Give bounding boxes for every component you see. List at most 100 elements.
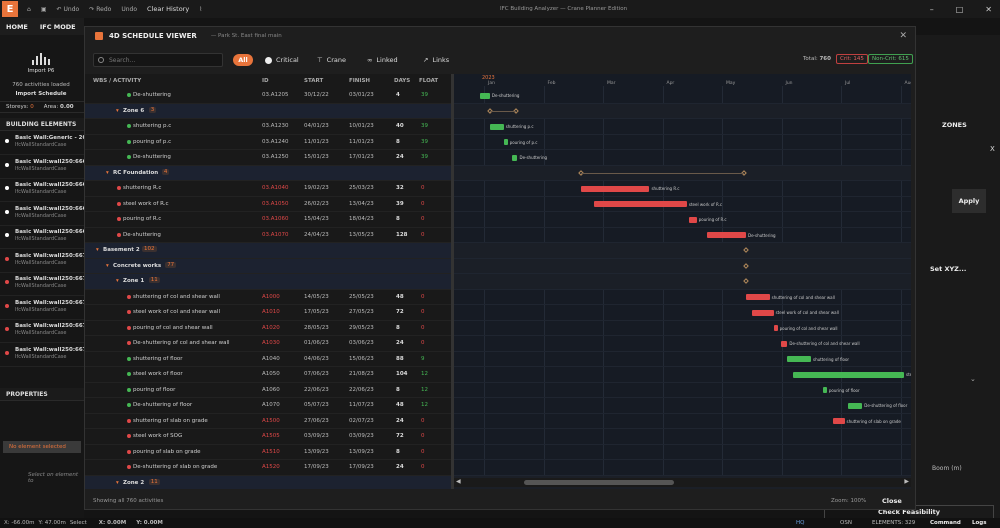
gantt-bar[interactable]: [480, 92, 490, 99]
col-start[interactable]: START: [304, 74, 323, 88]
filter-critical-button[interactable]: Critical: [265, 54, 299, 66]
filter-all-button[interactable]: All: [233, 54, 253, 66]
tab-ifc-mode[interactable]: IFC MODE: [34, 23, 82, 31]
table-row[interactable]: shuttering of slab on grade A1500 27/06/23…: [85, 414, 451, 429]
table-row[interactable]: De-shuttering of floor A1070 05/07/23 11/07…: [85, 398, 451, 414]
table-row[interactable]: steel work of R.c 03.A1050 26/02/23 13/04/2…: [85, 197, 451, 212]
col-float[interactable]: FLOAT: [419, 74, 438, 88]
table-row[interactable]: steel work of col and shear wall A1010 17/…: [85, 305, 451, 321]
expand-chevron-icon[interactable]: ▾: [106, 170, 109, 176]
set-xyz-button[interactable]: Set XYZ...: [930, 265, 966, 273]
apply-button[interactable]: Apply: [952, 189, 986, 213]
gantt-bar[interactable]: [489, 123, 504, 130]
scroll-right-icon[interactable]: ▶: [904, 478, 909, 485]
col-wbs[interactable]: WBS / ACTIVITY: [93, 74, 141, 88]
close-dialog-icon[interactable]: ✕: [899, 31, 907, 41]
element-list-item[interactable]: Basic Wall:wall250:6672 IfcWallStandardCa…: [0, 251, 84, 273]
gantt-bar[interactable]: [580, 185, 650, 192]
clear-history-button[interactable]: Clear History: [147, 5, 189, 13]
expand-chevron-icon[interactable]: ▾: [116, 480, 119, 486]
gantt-bar[interactable]: [503, 139, 508, 145]
element-list-item[interactable]: Basic Wall:wall250:6672 IfcWallStandardCa…: [0, 274, 84, 296]
gantt-bar[interactable]: [787, 356, 811, 362]
undo-button[interactable]: ↶ Undo: [56, 6, 79, 13]
table-row[interactable]: steel work of floor A1050 07/06/23 21/08/23…: [85, 367, 451, 383]
element-list-item[interactable]: Basic Wall:wall250:6660 IfcWallStandardCa…: [0, 227, 84, 249]
table-row[interactable]: pouring of slab on grade A1510 13/09/23 13/…: [85, 445, 451, 460]
element-list-item[interactable]: Basic Wall:wall250:6660 IfcWallStandardCa…: [0, 157, 84, 179]
close-zones-icon[interactable]: X: [990, 145, 995, 153]
col-days[interactable]: DAYS: [394, 74, 410, 88]
col-id[interactable]: ID: [262, 74, 269, 88]
close-button[interactable]: Close: [882, 497, 902, 505]
undo-history-button[interactable]: Undo: [121, 6, 137, 13]
table-row[interactable]: De-shuttering 03.A1070 24/04/23 13/05/23 128…: [85, 228, 451, 243]
wbs-group-row[interactable]: ▾ Zone 63: [85, 103, 451, 119]
element-list-item[interactable]: Basic Wall:wall250:6660 IfcWallStandardCa…: [0, 204, 84, 226]
minimize-icon[interactable]: –: [930, 5, 934, 14]
table-row[interactable]: pouring of floor A1060 22/06/23 22/06/23 8 12: [85, 383, 451, 398]
expand-chevron-icon[interactable]: ▾: [116, 278, 119, 284]
save-icon[interactable]: ▣: [41, 6, 47, 13]
col-finish[interactable]: FINISH: [349, 74, 370, 88]
gantt-bar[interactable]: [511, 154, 518, 161]
table-row[interactable]: steel work of SOG A1505 03/09/23 03/09/23 72…: [85, 429, 451, 445]
table-row[interactable]: De-shuttering 03.A1205 30/12/22 03/01/23 4 39: [85, 88, 451, 104]
gantt-bar[interactable]: [751, 309, 774, 316]
gantt-bar[interactable]: [832, 418, 845, 424]
element-list-item[interactable]: Basic Wall:wall250:6672 IfcWallStandardCa…: [0, 321, 84, 343]
redo-button[interactable]: ↷ Redo: [89, 6, 111, 13]
maximize-icon[interactable]: □: [956, 5, 964, 14]
close-window-icon[interactable]: ✕: [985, 5, 992, 14]
links-toggle-button[interactable]: ↗ Links: [423, 54, 449, 66]
element-list-item[interactable]: Basic Wall:wall250:6660 IfcWallStandardCa…: [0, 180, 84, 202]
attach-icon[interactable]: ⌇: [199, 6, 202, 13]
table-row[interactable]: De-shuttering of col and shear wall A1030…: [85, 336, 451, 352]
gantt-bar[interactable]: [781, 340, 788, 347]
gantt-bar[interactable]: [793, 371, 904, 378]
table-row[interactable]: De-shuttering of slab on grade A1520 17/09…: [85, 460, 451, 476]
scroll-thumb[interactable]: [524, 480, 674, 485]
tab-home[interactable]: HOME: [0, 23, 34, 31]
gantt-bar[interactable]: [773, 325, 778, 331]
element-list-item[interactable]: Basic Wall:wall250:6672 IfcWallStandardCa…: [0, 345, 84, 367]
command-tab[interactable]: Command: [930, 520, 961, 526]
table-row[interactable]: shuttering of floor A1040 04/06/23 15/06/23…: [85, 352, 451, 367]
table-row[interactable]: shuttering p.c 03.A1230 04/01/23 10/01/23 40…: [85, 119, 451, 135]
gantt-bar[interactable]: [688, 216, 697, 223]
gantt-bar[interactable]: [848, 402, 863, 409]
logs-tab[interactable]: Logs: [972, 520, 987, 526]
table-row[interactable]: pouring of col and shear wall A1020 28/05/…: [85, 321, 451, 336]
wbs-group-row[interactable]: ▾ Zone 2 11: [85, 475, 451, 489]
gantt-scrollbar[interactable]: ◀ ▶: [454, 478, 911, 487]
element-list-item[interactable]: Basic Wall:Generic - 200 IfcWallStandardC…: [0, 133, 84, 155]
expand-chevron-icon[interactable]: ▾: [96, 247, 99, 253]
wbs-group-row[interactable]: ▾ Zone 1 11: [85, 274, 451, 290]
wbs-group-row[interactable]: ▾ Basement 2 102: [85, 243, 451, 259]
dropdown-chevron-icon[interactable]: ⌄: [970, 375, 976, 383]
wbs-group-row[interactable]: ▾ Concrete works 77: [85, 258, 451, 274]
import-schedule-button[interactable]: Import Schedule: [2, 91, 80, 97]
gantt-bar[interactable]: [706, 232, 746, 238]
table-row[interactable]: shuttering of col and shear wall A1000 14/…: [85, 290, 451, 305]
osn-toggle[interactable]: OSN: [840, 520, 852, 526]
search-input[interactable]: Search...: [93, 53, 223, 67]
home-icon[interactable]: ⌂: [27, 6, 31, 13]
import-p6-button[interactable]: Import P6 760 activities loaded Import S…: [2, 43, 80, 103]
table-row[interactable]: shuttering R.c 03.A1040 19/02/23 25/03/23 32…: [85, 181, 451, 197]
table-row[interactable]: pouring of R.c 03.A1060 15/04/23 18/04/23 8 0: [85, 212, 451, 228]
table-row[interactable]: De-shuttering 03.A1250 15/01/23 17/01/23 24 3…: [85, 150, 451, 166]
table-row[interactable]: pouring of p.c 03.A1240 11/01/23 11/01/23 8 3…: [85, 135, 451, 150]
expand-chevron-icon[interactable]: ▾: [106, 263, 109, 269]
element-list-item[interactable]: Basic Wall:wall250:6672 IfcWallStandardCa…: [0, 298, 84, 320]
scroll-left-icon[interactable]: ◀: [456, 478, 461, 485]
gantt-bar[interactable]: [594, 201, 687, 207]
gantt-bar[interactable]: [822, 387, 827, 393]
filter-crane-button[interactable]: ⊤ Crane: [317, 54, 346, 66]
hq-toggle[interactable]: HQ: [796, 520, 804, 526]
select-mode[interactable]: Select: [70, 520, 87, 526]
expand-chevron-icon[interactable]: ▾: [116, 108, 119, 114]
gantt-bar[interactable]: [746, 294, 770, 300]
wbs-group-row[interactable]: ▾ RC Foundation 4: [85, 165, 451, 181]
filter-linked-button[interactable]: ∞ Linked: [367, 54, 398, 66]
